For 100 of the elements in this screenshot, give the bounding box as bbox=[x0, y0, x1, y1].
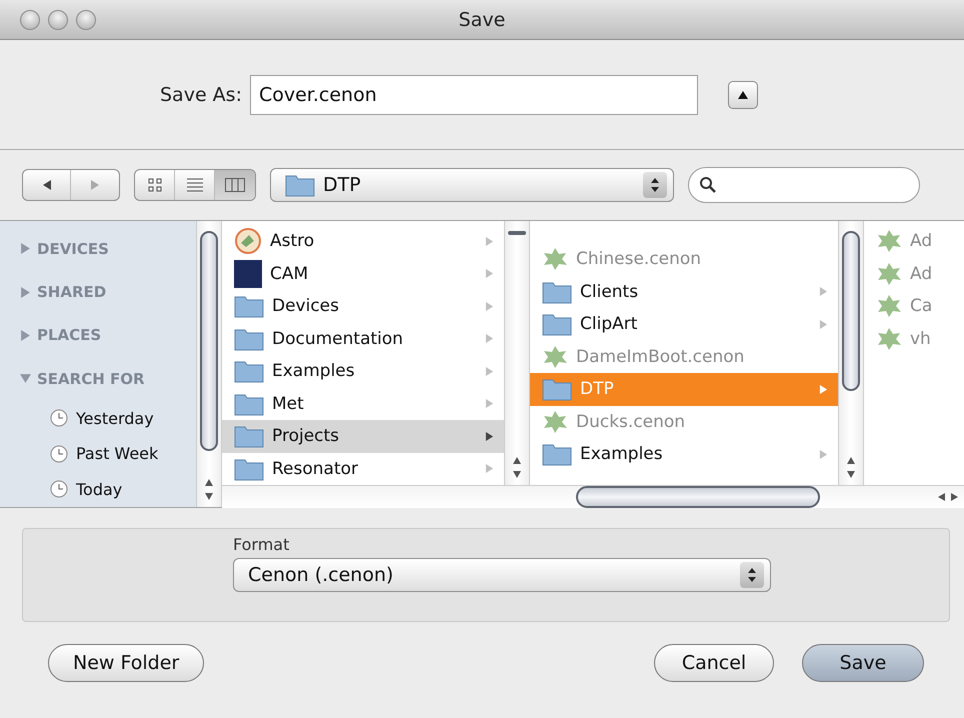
file-row[interactable]: Met bbox=[222, 388, 504, 420]
disclosure-triangle-icon bbox=[485, 464, 494, 474]
file-name: DTP bbox=[580, 379, 615, 400]
disclosure-triangle-icon bbox=[20, 330, 31, 341]
file-name: Ducks.cenon bbox=[576, 412, 686, 432]
horizontal-scrollbar[interactable] bbox=[222, 485, 964, 508]
disclosure-triangle-icon bbox=[485, 236, 494, 246]
document-leaf-icon bbox=[876, 260, 902, 287]
file-name: Ad bbox=[910, 231, 934, 252]
disclosure-triangle-icon bbox=[485, 432, 494, 441]
disclosure-triangle-icon bbox=[485, 269, 494, 278]
folder-icon bbox=[234, 326, 264, 351]
clock-icon bbox=[50, 444, 68, 463]
disclosure-triangle-icon bbox=[819, 320, 828, 329]
dialog-button[interactable]: New Folder bbox=[48, 644, 204, 682]
file-name: Clients bbox=[580, 282, 640, 302]
file-row[interactable]: Astro bbox=[222, 225, 504, 258]
scroll-arrows-icon bbox=[936, 492, 960, 502]
disclosure-triangle-icon bbox=[819, 287, 828, 296]
format-label: Format bbox=[233, 535, 290, 554]
disclosure-triangle-icon bbox=[485, 399, 494, 408]
window-title: Save bbox=[458, 8, 506, 30]
file-name: Astro bbox=[270, 231, 316, 252]
save-as-label: Save As: bbox=[160, 84, 242, 106]
file-row[interactable]: Clients bbox=[530, 276, 838, 308]
disclosure-triangle-icon bbox=[819, 384, 828, 394]
file-name: ClipArt bbox=[580, 314, 638, 334]
search-icon bbox=[699, 176, 717, 194]
file-name: Devices bbox=[272, 296, 340, 316]
folder-icon bbox=[542, 280, 572, 304]
expand-button[interactable] bbox=[728, 80, 758, 108]
file-name: Projects bbox=[272, 426, 340, 446]
disclosure-triangle-icon bbox=[485, 334, 494, 344]
back-forward-control[interactable] bbox=[22, 169, 120, 201]
file-row[interactable]: Projects bbox=[222, 420, 504, 452]
list-view-icon bbox=[186, 178, 202, 192]
file-row[interactable]: Examples bbox=[530, 438, 838, 470]
vertical-scrollbar[interactable] bbox=[504, 221, 530, 485]
file-name: Met bbox=[272, 394, 305, 414]
dialog-button[interactable]: Save bbox=[802, 644, 924, 682]
vertical-scrollbar[interactable] bbox=[838, 221, 864, 485]
disclosure-triangle-icon bbox=[20, 243, 31, 254]
document-leaf-icon bbox=[876, 293, 902, 320]
stepper-icon bbox=[740, 562, 764, 588]
file-name: Ad bbox=[910, 264, 934, 284]
search-field[interactable] bbox=[688, 167, 920, 203]
file-row[interactable]: Examples bbox=[222, 355, 504, 388]
disclosure-triangle-icon bbox=[20, 286, 31, 298]
folder-icon bbox=[542, 377, 572, 402]
file-row[interactable]: ClipArt bbox=[530, 308, 838, 340]
window-control-button[interactable] bbox=[48, 10, 68, 30]
window-control-button[interactable] bbox=[20, 10, 40, 30]
file-name: Examples bbox=[272, 361, 356, 382]
file-row[interactable]: Resonator bbox=[222, 452, 504, 485]
folder-icon bbox=[542, 442, 572, 466]
photo-placeholder bbox=[234, 260, 262, 288]
file-row[interactable]: Devices bbox=[222, 290, 504, 322]
stepper-icon bbox=[643, 172, 667, 198]
document-leaf-icon bbox=[542, 246, 568, 272]
file-row[interactable]: CAM bbox=[222, 258, 504, 290]
folder-icon bbox=[234, 456, 264, 481]
file-name: DameImBoot.cenon bbox=[576, 346, 746, 367]
sidebar-item[interactable]: Past Week bbox=[20, 436, 196, 472]
folder-icon bbox=[234, 359, 264, 384]
folder-icon bbox=[285, 173, 315, 197]
window-control-button[interactable] bbox=[76, 10, 96, 30]
clock-icon bbox=[50, 480, 68, 498]
document-leaf-icon bbox=[876, 228, 902, 254]
sidebar-item[interactable]: Yesterday bbox=[20, 400, 196, 436]
file-name: CAM bbox=[270, 264, 310, 284]
view-mode-button[interactable] bbox=[215, 170, 255, 200]
file-name-field[interactable]: Cover.cenon bbox=[250, 74, 698, 114]
disclosure-triangle-down-icon bbox=[20, 373, 31, 384]
file-name: Ca bbox=[910, 296, 934, 316]
file-name: Chinese.cenon bbox=[576, 249, 702, 270]
disclosure-triangle-icon bbox=[485, 366, 494, 376]
document-leaf-icon bbox=[542, 344, 568, 370]
clock-icon bbox=[50, 409, 68, 428]
file-name: Documentation bbox=[272, 328, 404, 349]
back-icon bbox=[42, 180, 52, 190]
column-view-icon bbox=[225, 178, 245, 192]
disclosure-triangle-icon bbox=[819, 450, 828, 459]
app-icon bbox=[234, 227, 262, 256]
file-name: Examples bbox=[580, 444, 664, 464]
dialog-button[interactable]: Cancel bbox=[654, 644, 774, 682]
document-leaf-icon bbox=[542, 408, 568, 435]
location-popup[interactable]: DTP bbox=[270, 168, 674, 202]
file-name: Resonator bbox=[272, 458, 360, 479]
folder-icon bbox=[234, 392, 264, 416]
forward-icon bbox=[90, 180, 100, 190]
sidebar-item[interactable]: Today bbox=[20, 472, 196, 507]
file-row[interactable]: Documentation bbox=[222, 322, 504, 355]
icon-view-icon bbox=[148, 178, 162, 192]
disclosure-triangle-icon bbox=[485, 302, 494, 311]
document-leaf-icon bbox=[876, 326, 902, 352]
vertical-scrollbar[interactable] bbox=[196, 221, 222, 507]
file-name: vh bbox=[910, 328, 932, 349]
folder-icon bbox=[234, 294, 264, 318]
folder-icon bbox=[542, 312, 572, 336]
format-popup[interactable]: Cenon (.cenon) bbox=[233, 558, 771, 592]
